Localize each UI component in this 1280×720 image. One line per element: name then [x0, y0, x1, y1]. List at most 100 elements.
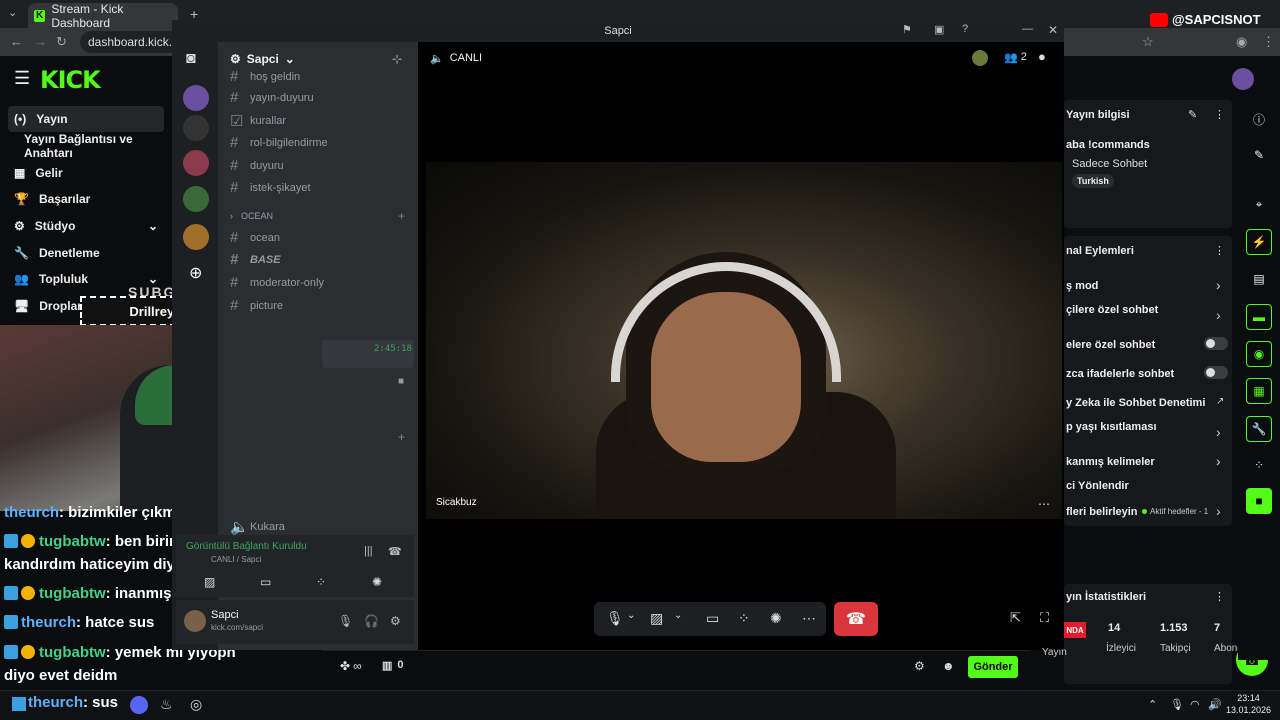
chat-settings-icon[interactable]: ⚙ — [914, 659, 925, 673]
fullscreen-icon[interactable]: ⛶ — [1040, 610, 1049, 626]
send-button[interactable]: Gönder — [968, 656, 1018, 678]
nav-item-yayin[interactable]: (•) Yayın — [8, 106, 164, 132]
soundboard-icon[interactable]: ✺ — [372, 575, 382, 589]
server-icon[interactable] — [183, 224, 209, 250]
server-header[interactable]: ⚙ Sapci ⌄ — [230, 52, 295, 66]
tray-mic-icon[interactable]: 🎙 — [1170, 698, 1184, 711]
channel-item[interactable]: # istek-şikayet — [230, 179, 311, 196]
focus-icon[interactable]: ⌖ — [1246, 191, 1272, 217]
discord-logo-icon[interactable]: ◙ — [186, 50, 196, 68]
menu-dots-icon[interactable]: ⋮ — [1262, 34, 1275, 50]
server-icon[interactable] — [183, 115, 209, 141]
windows-start-icon[interactable] — [12, 697, 26, 711]
add-channel-icon[interactable]: + — [398, 430, 405, 444]
store-counter[interactable]: ▥ 0 — [382, 659, 404, 672]
add-user-icon[interactable]: ⊹ — [392, 52, 402, 66]
more-dots-icon[interactable]: ⋯ — [1038, 497, 1050, 511]
disconnect-icon[interactable]: ☎ — [388, 545, 402, 558]
chat-bubble-icon[interactable]: ● — [1038, 49, 1046, 64]
back-arrow-icon[interactable]: ← — [10, 34, 23, 49]
browser-tab[interactable]: K Stream - Kick Dashboard — [28, 2, 178, 30]
add-server-icon[interactable]: ⊕ — [189, 263, 202, 283]
avatar[interactable] — [184, 610, 206, 632]
add-channel-icon[interactable]: + — [398, 209, 405, 223]
toggle-switch[interactable] — [1204, 337, 1228, 350]
broadcast-icon[interactable]: ◉ — [1246, 341, 1272, 367]
url-field[interactable]: dashboard.kick.c — [80, 31, 180, 53]
microphone-icon[interactable]: 🎙 — [606, 610, 624, 627]
channel-item[interactable]: # rol-bilgilendirme — [230, 134, 328, 151]
discord-taskbar-icon[interactable] — [130, 696, 148, 714]
channel-item[interactable]: # ocean — [230, 229, 280, 246]
close-icon[interactable]: ✕ — [1048, 23, 1058, 37]
headphones-icon[interactable]: 🎧 — [364, 614, 379, 628]
info-icon[interactable]: ⓘ — [1246, 106, 1272, 132]
more-dots-icon[interactable]: ⋯ — [802, 610, 816, 627]
channel-item[interactable]: # yayın-duyuru — [230, 89, 314, 106]
screen-share-icon[interactable]: ▭ — [260, 575, 271, 589]
inbox-icon[interactable]: ▣ — [934, 23, 944, 36]
layout-icon[interactable]: ▦ — [1246, 378, 1272, 404]
channel-item[interactable]: # hoş geldin — [230, 68, 300, 85]
bookmark-star-icon[interactable]: ☆ — [1142, 34, 1154, 50]
reload-icon[interactable]: ↻ — [56, 34, 67, 50]
emote-points[interactable]: ✤ ∞ — [340, 659, 362, 673]
camera-off-icon[interactable]: ▨ — [650, 610, 663, 627]
channel-item[interactable]: # moderator-only — [230, 274, 324, 291]
wifi-icon[interactable]: ◠ — [1190, 698, 1200, 711]
edit-pencil-icon[interactable]: ✎ — [1188, 108, 1197, 121]
channel-item[interactable]: # duyuru — [230, 157, 284, 174]
chevron-right-icon[interactable]: › — [1216, 277, 1221, 293]
action-label[interactable]: ci Yönlendir — [1066, 480, 1129, 492]
nav-item-basarilar[interactable]: 🏆 Başarılar — [8, 186, 164, 212]
chevron-right-icon[interactable]: › — [1216, 453, 1221, 469]
avatar[interactable] — [972, 50, 988, 66]
chevron-down-icon[interactable]: ⌄ — [627, 610, 635, 621]
participants[interactable]: 👥 2 — [1004, 51, 1027, 64]
chevron-right-icon[interactable]: › — [1216, 503, 1221, 519]
notes-icon[interactable]: ▤ — [1246, 266, 1272, 292]
activity-icon[interactable]: ⁘ — [738, 610, 750, 627]
channel-item[interactable]: # picture — [230, 297, 283, 314]
chat-icon[interactable]: ▬ — [1246, 304, 1272, 330]
soundboard-icon[interactable]: ✺ — [770, 610, 782, 627]
steam-icon[interactable]: ♨ — [160, 696, 173, 713]
nav-item-studyo[interactable]: ⚙ Stüdyo ⌄ — [8, 213, 164, 239]
app-icon[interactable]: ■ — [1246, 488, 1272, 514]
profile-icon[interactable]: ◉ — [1236, 34, 1247, 50]
avatar[interactable] — [1232, 68, 1254, 90]
system-clock[interactable]: 23:14 13.01.2026 — [1226, 692, 1271, 716]
forward-arrow-icon[interactable]: → — [34, 34, 47, 49]
minimize-icon[interactable]: — — [1022, 23, 1033, 35]
channel-item[interactable]: # BASE — [230, 251, 281, 268]
emoji-icon[interactable]: ☻ — [942, 659, 955, 673]
voice-activity-icon[interactable]: ||| — [364, 545, 373, 557]
more-vert-icon[interactable]: ⋮ — [1214, 590, 1225, 603]
volume-icon[interactable]: 🔊 — [1208, 698, 1222, 711]
app-taskbar-icon[interactable]: ◎ — [190, 696, 202, 713]
tray-chevron-up-icon[interactable]: ⌃ — [1148, 698, 1157, 711]
toggle-switch[interactable] — [1204, 366, 1228, 379]
popout-icon[interactable]: ⇱ — [1010, 610, 1021, 626]
nav-item-gelir[interactable]: ▦ Gelir — [8, 160, 164, 186]
tab-list-button[interactable]: ⌄ — [8, 6, 17, 19]
wrench-icon[interactable]: 🔧 — [1246, 416, 1272, 442]
flag-icon[interactable]: ⚑ — [902, 23, 912, 36]
server-icon[interactable] — [183, 186, 209, 212]
video-tile[interactable] — [426, 162, 1062, 519]
chevron-down-icon[interactable]: ⌄ — [674, 610, 682, 621]
server-icon[interactable] — [183, 85, 209, 111]
camera-icon[interactable]: ■ — [398, 376, 404, 387]
kick-logo[interactable]: KICK — [40, 66, 101, 94]
category-header[interactable]: › OCEAN — [230, 211, 273, 221]
voice-channel-item[interactable]: 🔈 Kukara — [230, 518, 285, 536]
chevron-right-icon[interactable]: › — [1216, 307, 1221, 323]
lightning-icon[interactable]: ⚡ — [1246, 229, 1272, 255]
more-vert-icon[interactable]: ⋮ — [1214, 244, 1225, 257]
nav-item-stream-key[interactable]: Yayın Bağlantısı ve Anahtarı — [8, 132, 164, 160]
chevron-right-icon[interactable]: › — [1216, 424, 1221, 440]
more-vert-icon[interactable]: ⋮ — [1214, 108, 1225, 121]
screen-share-icon[interactable]: ▭ — [706, 610, 719, 627]
server-icon[interactable] — [183, 150, 209, 176]
channel-item[interactable]: ☑ kurallar — [230, 112, 286, 130]
